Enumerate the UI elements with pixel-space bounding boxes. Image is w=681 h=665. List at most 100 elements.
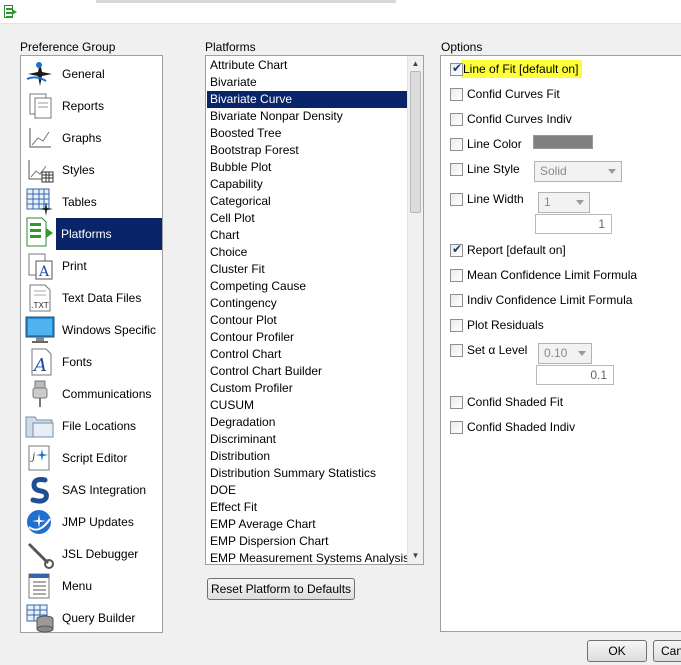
pref-item-general[interactable]: General xyxy=(22,58,162,90)
pref-label-reports: Reports xyxy=(62,99,105,113)
opt-line-color[interactable]: Line Color xyxy=(450,135,522,153)
platform-item[interactable]: Degradation xyxy=(207,414,407,431)
pref-item-menu[interactable]: Menu xyxy=(22,570,162,602)
preference-group-list[interactable]: General Reports Graphs Styles Tables Pla… xyxy=(20,55,163,633)
platform-item[interactable]: EMP Measurement Systems Analysis xyxy=(207,550,409,564)
platform-item[interactable]: Capability xyxy=(207,176,407,193)
checkbox-set-alpha-level[interactable] xyxy=(450,343,463,357)
checkbox-confid-shaded-fit[interactable] xyxy=(450,395,463,409)
platform-item[interactable]: Effect Fit xyxy=(207,499,407,516)
platform-item[interactable]: Custom Profiler xyxy=(207,380,407,397)
checkbox-confid-curves-indiv[interactable] xyxy=(450,112,463,126)
pref-item-reports[interactable]: Reports xyxy=(22,90,162,122)
platforms-label: Platforms xyxy=(205,40,256,54)
pref-item-query-builder[interactable]: Query Builder xyxy=(22,602,162,634)
pref-item-jsl-debugger[interactable]: JSL Debugger xyxy=(22,538,162,570)
platform-item[interactable]: Distribution Summary Statistics xyxy=(207,465,407,482)
alpha-level-input[interactable]: 0.1 xyxy=(536,365,614,385)
pref-item-platforms[interactable]: Platforms xyxy=(56,218,162,250)
graphs-icon xyxy=(29,128,51,148)
platform-item[interactable]: Boosted Tree xyxy=(207,125,407,142)
checkbox-report[interactable] xyxy=(450,242,463,257)
platforms-scrollbar[interactable]: ▲ ▼ xyxy=(407,56,423,564)
platform-item[interactable]: Competing Cause xyxy=(207,278,407,295)
pref-item-communications[interactable]: Communications xyxy=(22,378,162,410)
label-mean-conf-limit: Mean Confidence Limit Formula xyxy=(467,268,638,282)
platform-item[interactable]: Bubble Plot xyxy=(207,159,407,176)
platform-item[interactable]: Bivariate xyxy=(207,74,407,91)
checkbox-mean-conf-limit[interactable] xyxy=(450,268,463,282)
opt-line-style[interactable]: Line Style xyxy=(450,160,520,178)
checkbox-line-color[interactable] xyxy=(450,137,463,151)
pref-item-sas-integration[interactable]: SAS Integration xyxy=(22,474,162,506)
pref-item-tables[interactable]: Tables xyxy=(22,186,162,218)
opt-confid-shaded-indiv[interactable]: Confid Shaded Indiv xyxy=(450,418,575,436)
windows-specific-icon xyxy=(25,316,55,343)
pref-label-tables: Tables xyxy=(62,195,97,209)
platform-item[interactable]: Distribution xyxy=(207,448,407,465)
cancel-button[interactable]: Can xyxy=(653,640,681,662)
opt-plot-residuals[interactable]: Plot Residuals xyxy=(450,316,544,334)
line-color-swatch[interactable] xyxy=(533,135,593,149)
opt-line-width[interactable]: Line Width xyxy=(450,190,524,208)
platform-item[interactable]: Cluster Fit xyxy=(207,261,407,278)
scroll-down-icon[interactable]: ▼ xyxy=(408,548,423,564)
platform-item[interactable]: Attribute Chart xyxy=(207,57,407,74)
pref-item-text-data-files[interactable]: .TXT Text Data Files xyxy=(22,282,162,314)
pref-item-windows-specific[interactable]: Windows Specific xyxy=(22,314,162,346)
opt-confid-shaded-fit[interactable]: Confid Shaded Fit xyxy=(450,393,563,411)
opt-set-alpha-level[interactable]: Set α Level xyxy=(450,341,527,359)
scroll-thumb[interactable] xyxy=(410,71,421,213)
checkbox-plot-residuals[interactable] xyxy=(450,318,463,332)
platform-item[interactable]: Bivariate Nonpar Density xyxy=(207,108,407,125)
pref-item-file-locations[interactable]: File Locations xyxy=(22,410,162,442)
platform-item[interactable]: Chart xyxy=(207,227,407,244)
platform-item[interactable]: Contingency xyxy=(207,295,407,312)
platforms-list[interactable]: Attribute Chart Bivariate Bivariate Curve B… xyxy=(205,55,424,565)
opt-line-of-fit[interactable]: Line of Fit [default on] xyxy=(450,60,583,78)
platform-item[interactable]: Discriminant xyxy=(207,431,407,448)
pref-item-graphs[interactable]: Graphs xyxy=(22,122,162,154)
line-width-input[interactable]: 1 xyxy=(535,214,612,234)
platform-item[interactable]: EMP Average Chart xyxy=(207,516,407,533)
opt-mean-conf-limit[interactable]: Mean Confidence Limit Formula xyxy=(450,266,637,284)
platform-item[interactable]: Contour Profiler xyxy=(207,329,407,346)
platform-item[interactable]: Bootstrap Forest xyxy=(207,142,407,159)
platform-item[interactable]: DOE xyxy=(207,482,407,499)
checkbox-line-of-fit[interactable] xyxy=(450,61,463,76)
scroll-up-icon[interactable]: ▲ xyxy=(408,56,423,72)
pref-item-fonts[interactable]: A Fonts xyxy=(22,346,162,378)
reset-platform-button[interactable]: Reset Platform to Defaults xyxy=(207,578,355,600)
checkbox-line-style[interactable] xyxy=(450,162,463,176)
platform-item[interactable]: EMP Dispersion Chart xyxy=(207,533,407,550)
checkbox-confid-shaded-indiv[interactable] xyxy=(450,420,463,434)
label-confid-curves-indiv: Confid Curves Indiv xyxy=(467,112,572,126)
opt-indiv-conf-limit[interactable]: Indiv Confidence Limit Formula xyxy=(450,291,632,309)
jmp-app-icon[interactable] xyxy=(3,5,17,19)
pref-item-styles[interactable]: Styles xyxy=(22,154,162,186)
line-style-select[interactable]: Solid xyxy=(534,161,622,182)
alpha-level-select[interactable]: 0.10 xyxy=(538,343,592,364)
pref-item-print[interactable]: A Print xyxy=(22,250,162,282)
checkbox-line-width[interactable] xyxy=(450,192,463,206)
pref-item-script-editor[interactable]: j Script Editor xyxy=(22,442,162,474)
platform-item[interactable]: Contour Plot xyxy=(207,312,407,329)
platform-item[interactable]: Choice xyxy=(207,244,407,261)
platform-item[interactable]: Bivariate Curve xyxy=(207,91,407,108)
pref-label-query-builder: Query Builder xyxy=(62,611,136,625)
line-width-select[interactable]: 1 xyxy=(538,192,590,213)
pref-item-jmp-updates[interactable]: JMP Updates xyxy=(22,506,162,538)
platform-item[interactable]: Control Chart Builder xyxy=(207,363,407,380)
platform-item[interactable]: Cell Plot xyxy=(207,210,407,227)
platform-item[interactable]: Control Chart xyxy=(207,346,407,363)
checkbox-confid-curves-fit[interactable] xyxy=(450,87,463,101)
opt-report[interactable]: Report [default on] xyxy=(450,241,566,259)
query-builder-icon xyxy=(26,604,54,633)
checkbox-indiv-conf-limit[interactable] xyxy=(450,293,463,307)
ok-button[interactable]: OK xyxy=(587,640,647,662)
jmp-updates-icon xyxy=(27,510,51,534)
opt-confid-curves-indiv[interactable]: Confid Curves Indiv xyxy=(450,110,572,128)
platform-item[interactable]: Categorical xyxy=(207,193,407,210)
opt-confid-curves-fit[interactable]: Confid Curves Fit xyxy=(450,85,560,103)
platform-item[interactable]: CUSUM xyxy=(207,397,407,414)
